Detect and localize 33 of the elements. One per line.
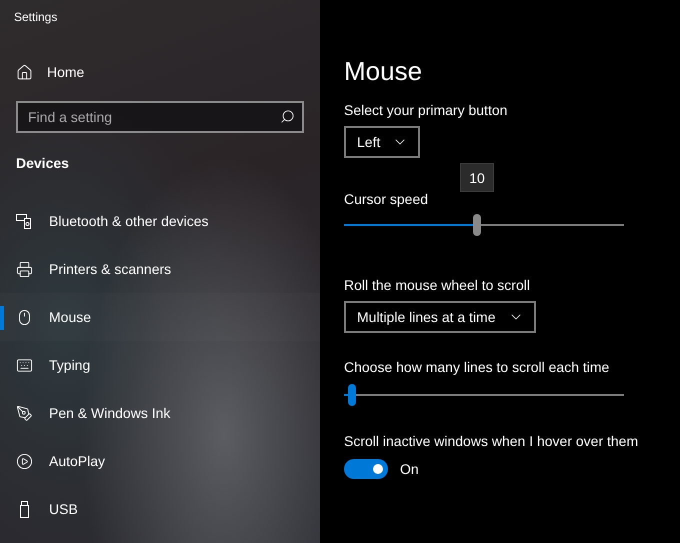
keyboard-speaker-icon bbox=[16, 212, 33, 230]
setting-label: Roll the mouse wheel to scroll bbox=[344, 277, 531, 293]
mouse-icon bbox=[16, 308, 33, 326]
nav-item[interactable]: Typing bbox=[0, 341, 320, 389]
value-tooltip: 10 bbox=[460, 163, 494, 192]
printer-icon bbox=[16, 260, 33, 278]
section-heading: Devices bbox=[15, 155, 70, 173]
search-icon bbox=[280, 109, 295, 124]
pen-icon bbox=[16, 404, 33, 422]
scroll-mode-dropdown[interactable]: Multiple lines at a time bbox=[344, 301, 536, 333]
nav-item[interactable]: Printers & scanners bbox=[0, 245, 320, 293]
play-icon bbox=[16, 452, 33, 470]
page-heading: Mouse bbox=[344, 56, 424, 88]
nav-item[interactable]: USB bbox=[0, 485, 320, 533]
keyboard-icon bbox=[16, 356, 33, 374]
setting-label: Select your primary button bbox=[344, 102, 508, 118]
setting-label: Choose how many lines to scroll each time bbox=[344, 359, 610, 375]
home-icon bbox=[16, 64, 33, 80]
primary-button-dropdown[interactable]: Left bbox=[344, 126, 420, 158]
slider-thumb[interactable] bbox=[473, 214, 481, 236]
toggle-state-label: On bbox=[400, 461, 419, 477]
nav-item[interactable]: Pen & Windows Ink bbox=[0, 389, 320, 437]
home-link[interactable]: Home bbox=[0, 55, 320, 89]
setting-label: Scroll inactive windows when I hover over them bbox=[344, 433, 640, 449]
window-title: Settings bbox=[13, 9, 58, 26]
toggle-switch[interactable] bbox=[344, 459, 388, 479]
nav-item[interactable]: Mouse bbox=[0, 293, 320, 341]
search-field[interactable]: Find a setting bbox=[16, 101, 304, 133]
nav-item[interactable]: AutoPlay bbox=[0, 437, 320, 485]
selection-indicator bbox=[0, 306, 4, 330]
setting-label: Cursor speed bbox=[344, 191, 430, 207]
slider-thumb[interactable] bbox=[348, 384, 356, 406]
nav-item[interactable]: Bluetooth & other devices bbox=[0, 197, 320, 245]
